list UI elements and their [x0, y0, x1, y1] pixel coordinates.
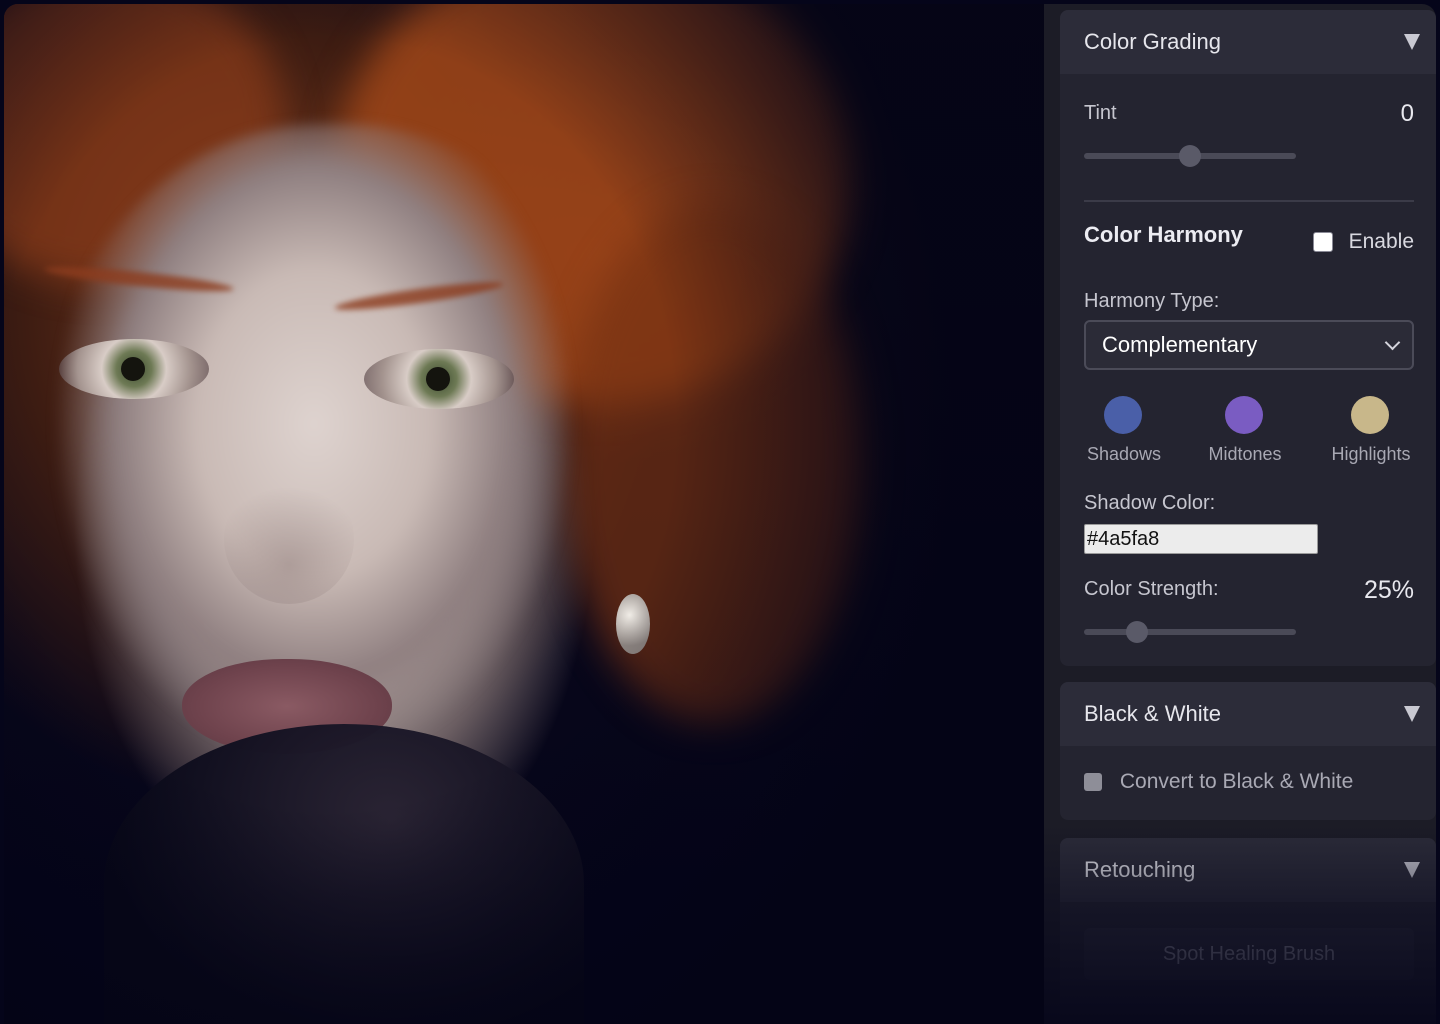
collapse-caret-icon[interactable]: [1404, 862, 1420, 878]
harmony-type-select[interactable]: Complementary: [1084, 320, 1414, 370]
convert-bw-checkbox[interactable]: [1084, 773, 1102, 792]
color-strength-row: Color Strength: 25%: [1084, 576, 1414, 604]
color-grading-title: Color Grading: [1084, 29, 1221, 54]
highlights-swatch[interactable]: [1351, 396, 1389, 434]
retouching-title: Retouching: [1084, 857, 1196, 882]
photo-editor-app: Color Grading Tint 0 Color Harmony Enabl…: [0, 0, 1440, 1024]
collapse-caret-icon[interactable]: [1404, 706, 1420, 722]
convert-bw-option[interactable]: Convert to Black & White: [1084, 770, 1414, 794]
black-white-header[interactable]: Black & White: [1060, 682, 1436, 746]
enable-checkbox[interactable]: [1312, 232, 1333, 253]
chevron-down-icon: [1384, 334, 1401, 351]
shadow-color-row: Shadow Color:: [1084, 492, 1414, 515]
color-grading-header[interactable]: Color Grading: [1060, 10, 1436, 74]
tint-value: 0: [1400, 100, 1414, 127]
harmony-type-value: Complementary: [1102, 332, 1258, 357]
shadow-color-input[interactable]: [1084, 524, 1318, 554]
tint-slider[interactable]: [1084, 145, 1296, 167]
convert-bw-label: Convert to Black & White: [1119, 770, 1354, 794]
tint-row: Tint 0: [1084, 100, 1414, 127]
retouching-section: Retouching Spot Healing Brush: [1060, 838, 1436, 1024]
tint-label: Tint: [1084, 102, 1117, 124]
retouching-header[interactable]: Retouching: [1060, 838, 1436, 902]
adjustments-panel: Color Grading Tint 0 Color Harmony Enabl…: [1044, 4, 1436, 1024]
color-harmony-title: Color Harmony: [1084, 222, 1243, 247]
collapse-caret-icon[interactable]: [1404, 34, 1420, 50]
color-strength-slider-thumb[interactable]: [1126, 621, 1148, 643]
shadows-swatch[interactable]: [1104, 396, 1142, 434]
highlights-label: Highlights: [1331, 444, 1411, 464]
color-harmony-row: Color Harmony Enable: [1084, 222, 1414, 253]
black-white-title: Black & White: [1084, 701, 1221, 726]
shadows-label: Shadows: [1086, 444, 1162, 464]
harmony-type-row: Harmony Type:: [1084, 290, 1414, 313]
photo-canvas[interactable]: [4, 4, 1044, 1024]
section-divider: [1084, 200, 1414, 202]
spot-healing-brush-button[interactable]: Spot Healing Brush: [1084, 928, 1414, 980]
color-strength-label: Color Strength:: [1084, 578, 1219, 600]
tint-slider-thumb[interactable]: [1179, 145, 1201, 167]
color-grading-section: Color Grading Tint 0 Color Harmony Enabl…: [1060, 10, 1436, 666]
shadow-color-label: Shadow Color:: [1084, 492, 1216, 514]
harmony-type-label: Harmony Type:: [1084, 290, 1220, 312]
color-strength-slider[interactable]: [1084, 621, 1296, 643]
enable-toggle[interactable]: Enable: [1312, 230, 1414, 254]
midtones-label: Midtones: [1208, 444, 1282, 464]
enable-label: Enable: [1348, 230, 1414, 254]
vignette-overlay: [4, 4, 1044, 1024]
midtones-swatch[interactable]: [1225, 396, 1263, 434]
black-white-section: Black & White Convert to Black & White: [1060, 682, 1436, 820]
color-strength-value: 25%: [1363, 576, 1414, 604]
